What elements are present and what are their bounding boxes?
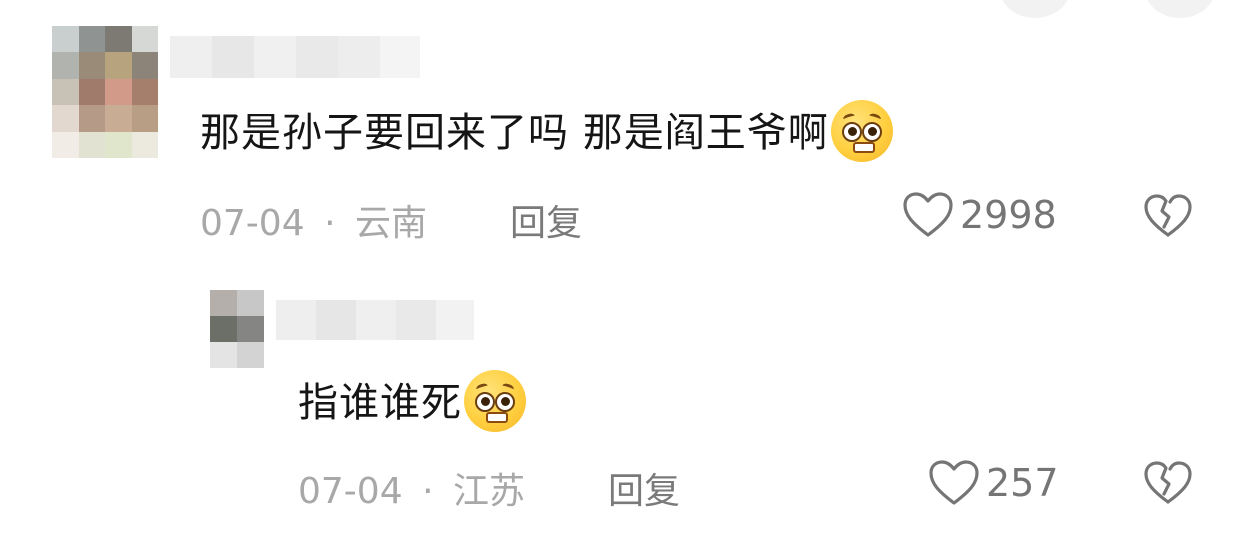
avatar[interactable] xyxy=(52,26,158,158)
dislike-button[interactable] xyxy=(1142,460,1194,510)
pleading-face-emoji xyxy=(830,100,893,162)
like-count: 2998 xyxy=(960,193,1057,237)
comment-text: 指谁谁死 xyxy=(298,380,462,426)
username-blurred[interactable] xyxy=(170,36,420,78)
comment-meta: 07-04 · 江苏 xyxy=(298,462,525,514)
comment-date: 07-04 xyxy=(200,203,305,244)
heart-icon xyxy=(903,192,953,237)
heart-icon xyxy=(929,460,979,505)
top-action-circle[interactable] xyxy=(1145,0,1215,18)
pleading-face-emoji xyxy=(464,370,526,432)
avatar[interactable] xyxy=(210,290,264,368)
comment-text-row: 指谁谁死 xyxy=(298,370,526,436)
top-action-circle[interactable] xyxy=(1000,0,1070,18)
comment-location: 云南 xyxy=(354,203,427,244)
comment-location: 江苏 xyxy=(452,471,525,512)
comment-text: 那是孙子要回来了吗 那是阎王爷啊 xyxy=(200,110,829,156)
like-button[interactable]: 257 xyxy=(928,459,1059,507)
broken-heart-icon xyxy=(1144,461,1192,504)
comment-text-row: 那是孙子要回来了吗 那是阎王爷啊 xyxy=(200,100,893,166)
reply-button[interactable]: 回复 xyxy=(608,462,680,514)
like-count: 257 xyxy=(986,461,1059,505)
meta-separator: · xyxy=(324,203,336,244)
dislike-button[interactable] xyxy=(1142,193,1194,243)
meta-separator: · xyxy=(422,471,434,512)
comment-meta: 07-04 · 云南 xyxy=(200,194,427,246)
reply-button[interactable]: 回复 xyxy=(510,194,582,246)
broken-heart-icon xyxy=(1144,194,1192,237)
username-blurred[interactable] xyxy=(276,300,474,340)
comment-date: 07-04 xyxy=(298,471,403,512)
like-button[interactable]: 2998 xyxy=(902,191,1057,239)
